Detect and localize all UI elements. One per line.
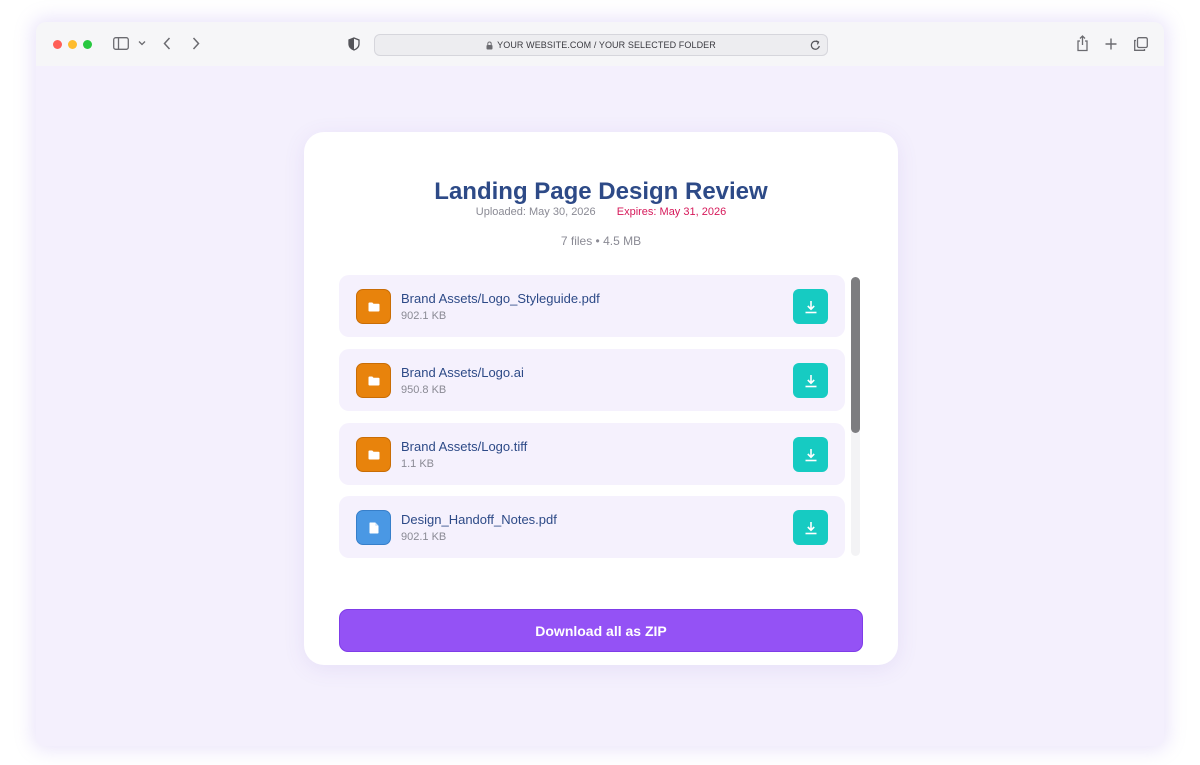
file-list[interactable]: Brand Assets/Logo_Styleguide.pdf 902.1 K… [339, 275, 845, 558]
download-icon [805, 521, 816, 534]
address-bar-url: YOUR WEBSITE.COM / YOUR SELECTED FOLDER [497, 40, 716, 50]
file-name: Brand Assets/Logo.ai [401, 365, 524, 380]
reload-icon[interactable] [810, 39, 821, 51]
expires-date: Expires: May 31, 2026 [616, 206, 727, 218]
browser-toolbar: YOUR WEBSITE.COM / YOUR SELECTED FOLDER [36, 22, 1164, 66]
download-file-button[interactable] [793, 437, 828, 472]
download-file-button[interactable] [793, 510, 828, 545]
forward-arrow-icon[interactable] [192, 37, 200, 50]
file-name: Design_Handoff_Notes.pdf [401, 512, 557, 527]
page-title: Landing Page Design Review [434, 178, 768, 205]
zoom-window-button[interactable] [83, 40, 92, 49]
uploaded-date: Uploaded: May 30, 2026 [475, 206, 596, 218]
scrollbar-thumb[interactable] [851, 277, 860, 433]
file-name: Brand Assets/Logo.tiff [401, 439, 528, 454]
minimize-window-button[interactable] [68, 40, 77, 49]
tab-overview-icon[interactable] [1134, 37, 1148, 51]
close-window-button[interactable] [53, 40, 62, 49]
folder-icon [356, 363, 391, 398]
download-icon [805, 374, 816, 387]
download-icon [805, 448, 816, 461]
browser-window: YOUR WEBSITE.COM / YOUR SELECTED FOLDER … [36, 22, 1164, 746]
privacy-shield-icon[interactable] [348, 37, 360, 51]
sidebar-toggle-icon[interactable] [113, 37, 129, 50]
file-name: Brand Assets/Logo_Styleguide.pdf [401, 291, 600, 306]
file-size: 902.1 KB [401, 310, 447, 322]
share-icon[interactable] [1076, 35, 1089, 52]
new-tab-plus-icon[interactable] [1105, 38, 1117, 50]
folder-icon [356, 289, 391, 324]
lock-icon [486, 40, 493, 50]
download-file-button[interactable] [793, 289, 828, 324]
file-size: 902.1 KB [401, 531, 447, 543]
address-bar[interactable]: YOUR WEBSITE.COM / YOUR SELECTED FOLDER [374, 34, 828, 56]
download-file-button[interactable] [793, 363, 828, 398]
file-size: 950.8 KB [401, 384, 447, 396]
document-icon [356, 510, 391, 545]
upload-meta: Uploaded: May 30, 2026 Expires: May 31, … [304, 206, 898, 218]
file-row: Brand Assets/Logo.ai 950.8 KB [339, 349, 845, 411]
file-share-card: Landing Page Design Review Uploaded: May… [304, 132, 898, 665]
file-list-scrollbar[interactable] [851, 277, 860, 556]
file-row: Brand Assets/Logo_Styleguide.pdf 902.1 K… [339, 275, 845, 337]
file-row: Brand Assets/Logo.tiff 1.1 KB [339, 423, 845, 485]
files-summary: 7 files • 4.5 MB [560, 234, 642, 248]
file-size: 1.1 KB [401, 458, 435, 470]
download-all-zip-button[interactable]: Download all as ZIP [339, 609, 863, 652]
file-row: Design_Handoff_Notes.pdf 902.1 KB [339, 496, 845, 558]
folder-icon [356, 437, 391, 472]
chevron-down-icon[interactable] [138, 40, 146, 46]
download-icon [805, 300, 816, 313]
back-arrow-icon[interactable] [163, 37, 171, 50]
